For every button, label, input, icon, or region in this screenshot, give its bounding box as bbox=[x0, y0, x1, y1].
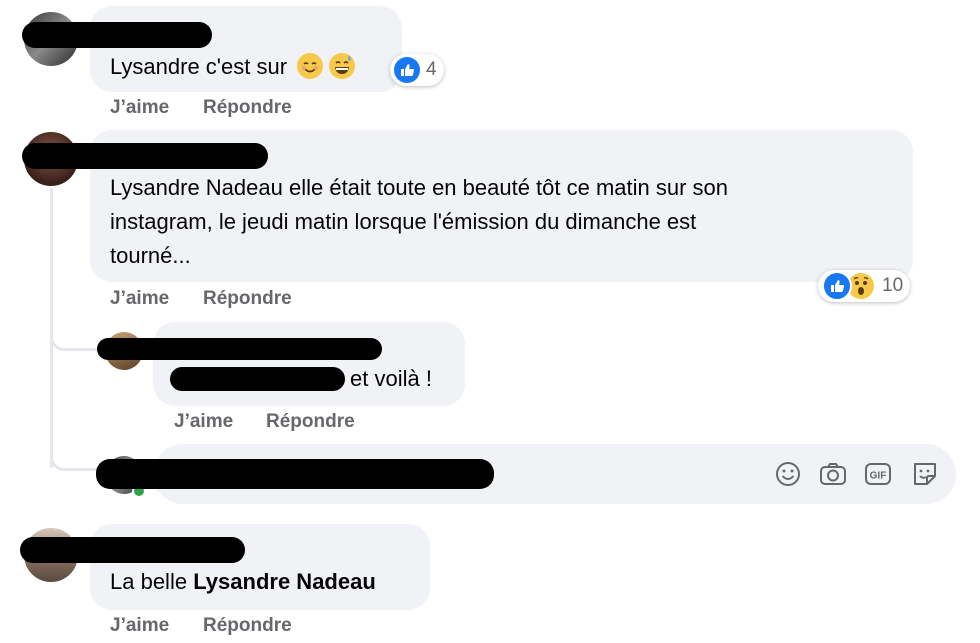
like-button[interactable]: J’aime bbox=[174, 411, 233, 433]
reaction-count: 4 bbox=[426, 59, 437, 80]
reply-button[interactable]: Répondre bbox=[203, 288, 292, 310]
reaction-summary[interactable]: 4 bbox=[390, 54, 444, 86]
comment-text: et voilà ! bbox=[350, 366, 432, 391]
comment-text-line-2: instagram, le jeudi matin lorsque l'émis… bbox=[110, 209, 697, 234]
like-button[interactable]: J’aime bbox=[110, 288, 169, 310]
reply-thread-branch-2 bbox=[50, 440, 99, 471]
reaction-count: 10 bbox=[882, 275, 904, 296]
redacted-input-text bbox=[96, 459, 494, 489]
reply-button[interactable]: Répondre bbox=[203, 97, 292, 119]
reply-button[interactable]: Répondre bbox=[203, 615, 292, 637]
mention-link[interactable]: Lysandre Nadeau bbox=[193, 569, 376, 594]
reply-button[interactable]: Répondre bbox=[266, 411, 355, 433]
smiling-face-emoji-icon bbox=[297, 53, 324, 79]
reply-thread-branch-1 bbox=[50, 322, 99, 351]
redacted-author-name bbox=[22, 143, 268, 169]
like-reaction-icon bbox=[394, 57, 420, 83]
like-button[interactable]: J’aime bbox=[110, 615, 169, 637]
redacted-author-name bbox=[22, 22, 212, 48]
comment-text: Lysandre c'est sur bbox=[110, 50, 356, 84]
reaction-summary[interactable]: 10 bbox=[818, 270, 911, 302]
camera-icon[interactable] bbox=[818, 459, 848, 489]
like-button[interactable]: J’aime bbox=[110, 97, 169, 119]
sticker-icon[interactable] bbox=[910, 459, 940, 489]
comment-text-line-3: tourné... bbox=[110, 243, 191, 268]
emoji-icon[interactable] bbox=[773, 459, 803, 489]
svg-text:GIF: GIF bbox=[870, 471, 887, 482]
comment-text: La belle Lysandre Nadeau bbox=[110, 569, 376, 594]
redacted-mention bbox=[170, 367, 345, 391]
redacted-author-name bbox=[97, 338, 382, 360]
grinning-sweat-emoji-icon bbox=[329, 53, 356, 79]
like-reaction-icon bbox=[822, 271, 852, 301]
comment-text-line-1: Lysandre Nadeau elle était toute en beau… bbox=[110, 175, 729, 200]
gif-icon[interactable]: GIF bbox=[863, 459, 893, 489]
redacted-author-name bbox=[20, 537, 245, 563]
